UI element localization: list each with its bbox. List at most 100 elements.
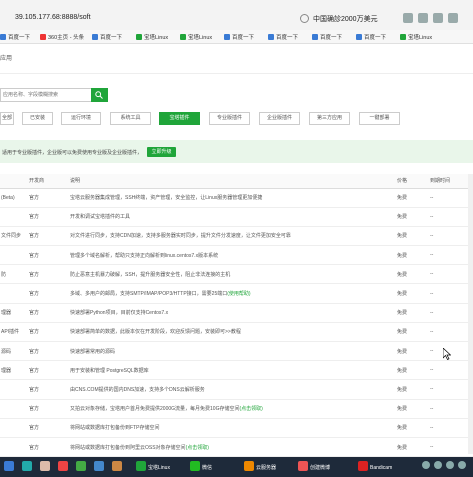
bookmark-item[interactable]: 百度一下 (312, 33, 342, 41)
table-row[interactable]: 源码 官方 快速部署常用的源码 免费 -- (0, 341, 473, 362)
tray-icon[interactable] (434, 461, 442, 469)
taskbar-app-cloud[interactable]: 云服务器 (244, 461, 276, 473)
taskbar-app[interactable] (40, 461, 52, 473)
tab-one-click-deploy[interactable]: 一键部署 (359, 112, 400, 125)
table-row[interactable]: 文件同步 官方 对文件进行同步，支持CDN加速，支持多服务器实时同步，提升文件分发速… (0, 226, 473, 247)
tab-pro-plugins[interactable]: 专业版插件 (209, 112, 250, 125)
plugin-expiry: -- (430, 245, 473, 266)
url-field[interactable]: 39.105.177.68:8888/soft (15, 14, 91, 21)
plugin-description-text: 快速部署简单的数据，此版本仅在开发阶段，欢迎反馈问题，安装即可>>教程 (70, 329, 241, 336)
tray-icon[interactable] (446, 461, 454, 469)
help-link[interactable]: (点击领取) (186, 445, 209, 451)
plugin-description-text: 防止恶意主机暴力破解，SSH，提升服务器安全性，阻止非法连接的主机 (70, 271, 231, 278)
plugin-price-text: 免费 (397, 329, 408, 336)
tab-system-tools[interactable]: 系统工具 (110, 112, 151, 125)
bookmark-item[interactable]: 360主页 - 头条 (40, 33, 84, 41)
bookmark-item[interactable]: 百度一下 (224, 33, 254, 41)
plugin-expiry: -- (430, 341, 473, 362)
table-row[interactable]: 官方 开发和调试宝塔插件的工具 免费 -- (0, 207, 473, 227)
plugin-price-text: 免费 (397, 291, 408, 298)
plugin-description-text: 由CNS.COM提供的国内DNS加速，支持多个DNS云解析服务 (70, 386, 205, 393)
table-row[interactable]: 官方 将网站或数据库打包备份到阿里云OSS对象存储空间(点击领取) 免费 -- (0, 437, 473, 458)
tab-bt-plugins[interactable]: 宝塔插件 (159, 112, 200, 125)
bookmarks-bar: 百度一下 360主页 - 头条 百度一下 宝塔Linux 宝塔Linux 百度一… (0, 30, 473, 44)
plugin-description-text: 管理多个域名解析，帮助只支持正向解析到linux.centos7.x版本系统 (70, 252, 219, 259)
plugin-name (0, 418, 29, 438)
taskbar-app-wechat[interactable]: 微信 (190, 461, 212, 473)
table-row[interactable]: 官方 管理多个域名解析，帮助只支持正向解析到linux.centos7.x版本系统… (0, 245, 473, 266)
taskbar-app-bandicam[interactable]: Bandicam (358, 461, 392, 473)
plugin-developer: 官方 (29, 207, 70, 227)
table-row[interactable]: 官方 将网站或数据库打包备份到FTP存储空间 免费 -- (0, 418, 473, 438)
plugin-description: 用于安装和管理 PostgreSQL数据库 (70, 360, 397, 381)
bookmark-item[interactable]: 百度一下 (92, 33, 122, 41)
tray-icon[interactable] (458, 461, 466, 469)
bookmark-icon (136, 34, 142, 40)
plugin-name-text: 理器 (1, 310, 12, 317)
plugin-price-text: 免费 (397, 425, 408, 432)
plugin-name: 理器 (0, 360, 29, 381)
plugin-description-text: 将网站或数据库打包备份到阿里云OSS对象存储空间 (70, 444, 186, 451)
plugin-expiry-text: -- (430, 348, 434, 355)
plugin-price: 免费 (397, 188, 430, 208)
table-row[interactable]: 官方 由CNS.COM提供的国内DNS加速，支持多个DNS云解析服务 免费 -- (0, 379, 473, 400)
download-icon[interactable] (418, 13, 428, 23)
table-row[interactable]: 理器 官方 用于安装和管理 PostgreSQL数据库 免费 -- (0, 360, 473, 381)
extension-icon[interactable] (403, 13, 413, 23)
tab-enterprise-plugins[interactable]: 企业版插件 (259, 112, 300, 125)
menu-icon[interactable] (433, 13, 443, 23)
start-button[interactable] (4, 461, 16, 473)
bookmark-item[interactable]: 宝塔Linux (136, 33, 168, 41)
plugin-expiry: -- (430, 226, 473, 247)
taskbar-app[interactable] (22, 461, 34, 473)
bookmark-item[interactable]: 百度一下 (0, 33, 30, 41)
plugin-developer-text: 官方 (29, 348, 40, 355)
bookmark-item[interactable]: 百度一下 (268, 33, 298, 41)
plugin-name: (Beta) (0, 188, 29, 208)
scrollbar[interactable] (468, 174, 473, 454)
plugin-name-text: (Beta) (1, 194, 15, 201)
tray-icon[interactable] (422, 461, 430, 469)
search-icon[interactable] (300, 14, 309, 23)
table-row[interactable]: 理器 官方 快速部署Python项目，目前仅支持Centos7.x 免费 -- (0, 303, 473, 323)
help-link[interactable]: (使用帮助) (227, 291, 250, 297)
category-tabs: 全部 已安装 运行环境 系统工具 宝塔插件 专业版插件 企业版插件 第三方应用 … (0, 112, 473, 125)
taskbar-app[interactable] (58, 461, 70, 473)
table-row[interactable]: (Beta) 官方 宝塔云服务器集成管理，SSH终端，资产管理，安全监控，让Linu… (0, 188, 473, 208)
help-link[interactable]: (点击领取) (239, 406, 262, 412)
upgrade-button[interactable]: 立即升级 (147, 147, 176, 157)
plugin-developer-text: 官方 (29, 310, 40, 317)
plugin-price: 免费 (397, 322, 430, 343)
tab-third-party[interactable]: 第三方应用 (309, 112, 350, 125)
table-row[interactable]: 官方 又拍云对象存储，宝塔用户首月免费提供2000G流量，每月免费10G存储空间(… (0, 399, 473, 419)
plugin-price-text: 免费 (397, 348, 408, 355)
taskbar-app[interactable] (112, 461, 124, 473)
plugin-developer-text: 官方 (29, 406, 40, 413)
browser-search-field[interactable]: 中国确診2000万美元 (313, 14, 378, 24)
plugin-developer: 官方 (29, 379, 70, 400)
bookmark-icon (0, 34, 6, 40)
taskbar-app-baota[interactable]: 宝塔Linux (136, 461, 170, 473)
bookmark-icon (92, 34, 98, 40)
plugin-expiry-text: -- (430, 367, 434, 374)
plugin-name: API插件 (0, 322, 29, 343)
bookmark-item[interactable]: 宝塔Linux (180, 33, 212, 41)
taskbar-app[interactable] (76, 461, 88, 473)
tab-installed[interactable]: 已安装 (22, 112, 53, 125)
search-input[interactable] (0, 88, 91, 102)
tab-all[interactable]: 全部 (0, 112, 14, 125)
plugin-expiry-text: -- (430, 252, 434, 259)
bookmark-item[interactable]: 百度一下 (356, 33, 386, 41)
table-row[interactable]: 官方 多域、多用户的邮局，支持SMTP/IMAP/POP3/HTTP接口，需要25… (0, 283, 473, 304)
user-icon[interactable] (448, 13, 458, 23)
table-row[interactable]: API插件 官方 快速部署简单的数据，此版本仅在开发阶段，欢迎反馈问题，安装即可>>… (0, 322, 473, 343)
table-row[interactable]: 防 官方 防止恶意主机暴力破解，SSH，提升服务器安全性，阻止非法连接的主机 免费 -- (0, 264, 473, 285)
taskbar-app[interactable] (94, 461, 106, 473)
taskbar-app-weibo[interactable]: 创建微博 (298, 461, 330, 473)
bookmark-item[interactable]: 宝塔Linux (400, 33, 432, 41)
plugin-description: 对文件进行同步，支持CDN加速，支持多服务器实时同步，提升文件分发速度，让文件更… (70, 226, 397, 247)
tab-runtime[interactable]: 运行环境 (61, 112, 101, 125)
search-button[interactable] (91, 88, 108, 102)
plugin-table: 开发商 说明 价格 到期时间 (Beta) 官方 宝塔云服务器集成管理，SSH终端，… (0, 174, 473, 458)
plugin-developer: 官方 (29, 303, 70, 323)
